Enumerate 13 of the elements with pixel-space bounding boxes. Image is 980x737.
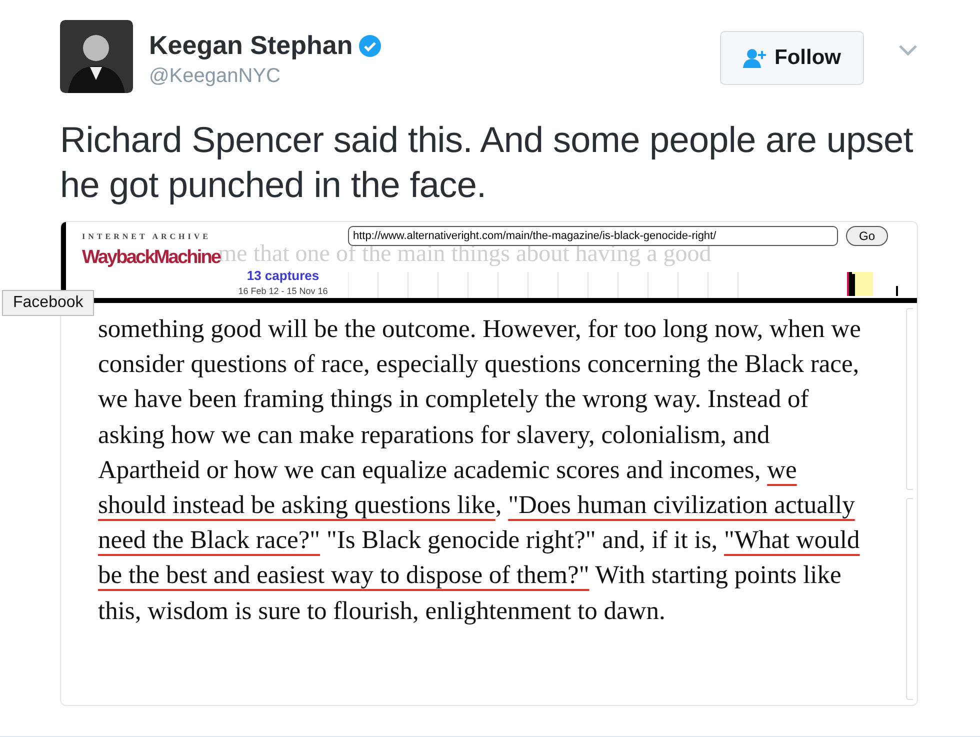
tooltip: Facebook xyxy=(2,290,94,316)
date-range: 16 Feb 12 - 15 Nov 16 xyxy=(237,286,329,296)
archive-label: INTERNET ARCHIVE xyxy=(82,232,212,241)
url-field[interactable]: http://www.alternativeright.com/main/the-magazine/is-black-genocide-right/ xyxy=(348,226,838,246)
go-button[interactable]: Go xyxy=(846,226,888,246)
add-user-icon xyxy=(742,48,766,68)
captures-link[interactable]: 13 captures xyxy=(218,268,348,283)
wayback-logo: WaybackMachine xyxy=(82,246,220,270)
follow-button[interactable]: Follow xyxy=(720,31,864,85)
author-name[interactable]: Keegan Stephan xyxy=(149,30,353,61)
article-paragraph: something good will be the outcome. However, for too long now, when we consider questions of race, especially questions concerning the Black race, we have been framing things in completely the wrong way. Instead of asking how we can make reparations for slavery, colonialism, and Apartheid or how we can equalize academic scores and incomes, we should instead be asking questions like, "Does human civilization actually need the Black race?" "Is Black genocide right?" and, if it is, "What would be the best and easiest way to dispose of them?" With starting points like this, wisdom is sure to flourish, enlightenment to dawn. xyxy=(97,313,862,627)
avatar[interactable] xyxy=(60,20,133,93)
tweet-text: Richard Spencer said this. And some people are upset he got punched in the face. xyxy=(60,118,914,207)
